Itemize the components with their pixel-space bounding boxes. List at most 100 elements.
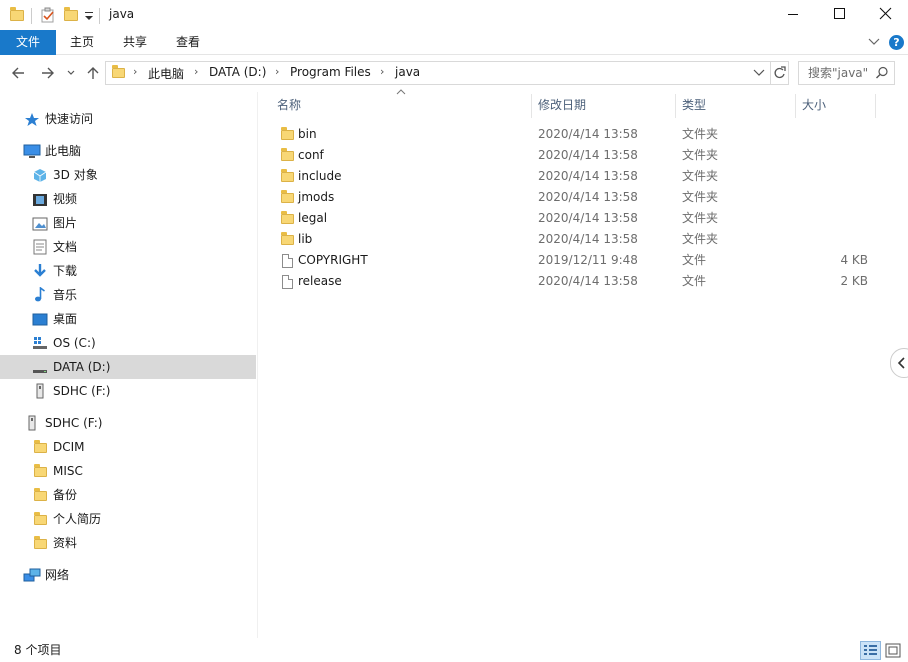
column-divider[interactable]	[875, 94, 876, 118]
sidebar-item-sdhc-root[interactable]: SDHC (F:)	[0, 411, 256, 435]
sidebar-item-label: SDHC (F:)	[53, 384, 111, 398]
folder-icon	[34, 440, 47, 453]
pane-divider[interactable]	[257, 92, 258, 638]
sidebar-item-quick-access[interactable]: 快速访问	[0, 107, 256, 131]
status-bar: 8 个项目	[0, 638, 908, 662]
tab-home[interactable]: 主页	[56, 30, 108, 55]
address-dropdown-icon[interactable]	[753, 68, 765, 78]
column-header-size[interactable]: 大小	[802, 94, 826, 118]
properties-icon[interactable]	[40, 7, 56, 23]
sidebar-item-label: MISC	[53, 464, 83, 478]
sidebar-item-os-c[interactable]: OS (C:)	[0, 331, 256, 355]
customize-quick-access-icon[interactable]	[84, 8, 94, 22]
search-icon[interactable]	[875, 66, 889, 80]
breadcrumb-program-files[interactable]: Program Files	[290, 65, 371, 79]
new-folder-icon[interactable]	[64, 7, 78, 21]
file-modified: 2020/4/14 13:58	[538, 127, 638, 141]
breadcrumb-this-pc[interactable]: 此电脑	[148, 65, 184, 82]
chevron-right-icon[interactable]: ›	[275, 65, 279, 78]
up-arrow-icon[interactable]	[85, 65, 101, 81]
chevron-right-icon[interactable]: ›	[380, 65, 384, 78]
table-row[interactable]: bin 2020/4/14 13:58 文件夹	[272, 124, 890, 145]
sidebar-item-3d-objects[interactable]: 3D 对象	[0, 163, 256, 187]
sidebar-item-desktop[interactable]: 桌面	[0, 307, 256, 331]
document-icon	[33, 239, 47, 255]
sidebar-item-label: 文档	[53, 240, 78, 254]
column-header-name[interactable]: 名称	[277, 94, 301, 118]
expand-ribbon-icon[interactable]	[868, 37, 880, 47]
file-modified: 2020/4/14 13:58	[538, 190, 638, 204]
sidebar-item-music[interactable]: 音乐	[0, 283, 256, 307]
sidebar-item-network[interactable]: 网络	[0, 563, 256, 587]
sidebar-item-downloads[interactable]: 下载	[0, 259, 256, 283]
column-header-type[interactable]: 类型	[682, 94, 706, 118]
address-bar[interactable]	[105, 61, 771, 85]
title-bar: java	[0, 0, 908, 30]
recent-locations-icon[interactable]	[66, 69, 76, 77]
file-type: 文件夹	[682, 211, 719, 225]
file-modified: 2020/4/14 13:58	[538, 169, 638, 183]
sidebar-item-documents[interactable]: 文档	[0, 235, 256, 259]
table-row[interactable]: jmods 2020/4/14 13:58 文件夹	[272, 187, 890, 208]
file-size: 4 KB	[840, 253, 868, 267]
desktop-icon	[32, 312, 48, 328]
file-type: 文件夹	[682, 190, 719, 204]
sidebar-item-resume[interactable]: 个人简历	[0, 507, 256, 531]
folder-icon	[10, 7, 24, 21]
column-divider[interactable]	[531, 94, 532, 118]
tab-file[interactable]: 文件	[0, 30, 56, 55]
table-row[interactable]: COPYRIGHT 2019/12/11 9:48 文件 4 KB	[272, 250, 890, 271]
removable-drive-icon	[26, 415, 38, 431]
close-button[interactable]	[862, 0, 908, 30]
folder-icon	[281, 169, 294, 182]
file-type: 文件夹	[682, 169, 719, 183]
file-name: legal	[298, 211, 328, 225]
chevron-right-icon[interactable]: ›	[194, 65, 198, 78]
minimize-button[interactable]	[770, 0, 816, 30]
column-divider[interactable]	[795, 94, 796, 118]
sidebar-item-this-pc[interactable]: 此电脑	[0, 139, 256, 163]
help-button[interactable]: ?	[889, 35, 904, 50]
breadcrumb-data-d[interactable]: DATA (D:)	[209, 65, 266, 79]
sidebar-item-label: 视频	[53, 192, 78, 206]
details-view-icon[interactable]	[860, 641, 881, 660]
back-arrow-icon[interactable]	[10, 66, 26, 80]
file-icon	[282, 254, 293, 268]
file-type: 文件夹	[682, 127, 719, 141]
column-divider[interactable]	[675, 94, 676, 118]
sidebar-item-materials[interactable]: 资料	[0, 531, 256, 555]
collapse-pane-button[interactable]	[890, 348, 908, 378]
file-name: include	[298, 169, 342, 183]
star-icon	[24, 112, 40, 128]
sidebar-item-pictures[interactable]: 图片	[0, 211, 256, 235]
music-note-icon	[32, 287, 48, 303]
table-row[interactable]: conf 2020/4/14 13:58 文件夹	[272, 145, 890, 166]
folder-icon	[34, 536, 47, 549]
sidebar-item-sdhc-f[interactable]: SDHC (F:)	[0, 379, 256, 403]
table-row[interactable]: release 2020/4/14 13:58 文件 2 KB	[272, 271, 890, 292]
sidebar-item-videos[interactable]: 视频	[0, 187, 256, 211]
file-modified: 2020/4/14 13:58	[538, 274, 638, 288]
drive-icon	[32, 360, 48, 376]
tab-share[interactable]: 共享	[108, 30, 162, 55]
chevron-right-icon[interactable]: ›	[133, 65, 137, 78]
sidebar-item-dcim[interactable]: DCIM	[0, 435, 256, 459]
sidebar-item-backup[interactable]: 备份	[0, 483, 256, 507]
forward-arrow-icon[interactable]	[40, 66, 56, 80]
tab-view[interactable]: 查看	[162, 30, 214, 55]
computer-icon	[23, 144, 41, 160]
film-icon	[32, 192, 48, 208]
column-header-modified[interactable]: 修改日期	[538, 94, 586, 118]
table-row[interactable]: include 2020/4/14 13:58 文件夹	[272, 166, 890, 187]
sidebar-item-label: 快速访问	[45, 112, 94, 126]
table-row[interactable]: legal 2020/4/14 13:58 文件夹	[272, 208, 890, 229]
sidebar-item-label: 此电脑	[45, 144, 82, 158]
maximize-button[interactable]	[816, 0, 862, 30]
file-type: 文件	[682, 274, 707, 288]
table-row[interactable]: lib 2020/4/14 13:58 文件夹	[272, 229, 890, 250]
sidebar-item-data-d[interactable]: DATA (D:)	[0, 355, 256, 379]
sidebar-item-misc[interactable]: MISC	[0, 459, 256, 483]
refresh-button[interactable]	[771, 61, 789, 85]
large-icons-view-icon[interactable]	[884, 642, 902, 659]
breadcrumb-java[interactable]: java	[395, 65, 420, 79]
